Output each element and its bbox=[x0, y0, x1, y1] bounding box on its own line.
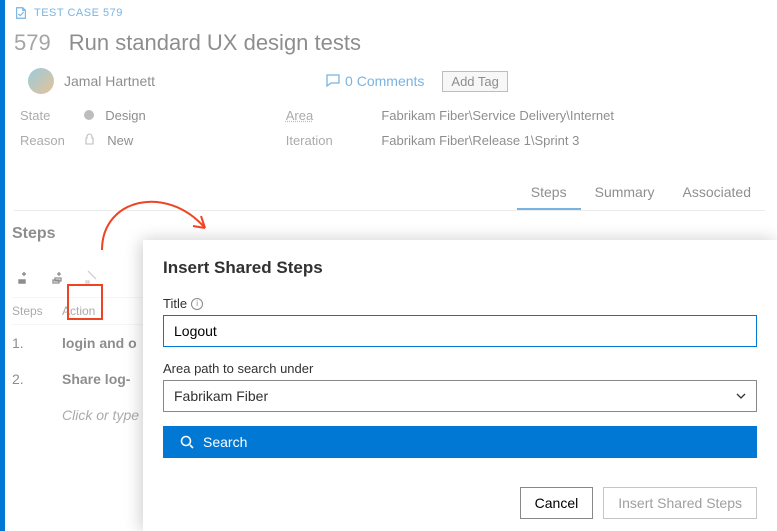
work-item-id: 579 bbox=[14, 30, 51, 56]
assignee-name[interactable]: Jamal Hartnett bbox=[64, 73, 155, 89]
work-item-header: TEST CASE 579 579 Run standard UX design… bbox=[0, 0, 777, 211]
reason-value: New bbox=[107, 133, 133, 148]
info-icon[interactable]: i bbox=[191, 298, 203, 310]
work-item-title[interactable]: Run standard UX design tests bbox=[69, 30, 361, 56]
tabs: Steps Summary Associated bbox=[14, 174, 765, 211]
step-number: 1. bbox=[12, 335, 52, 351]
area-label: Area bbox=[286, 108, 346, 123]
step-placeholder: Click or type bbox=[62, 407, 139, 423]
area-value[interactable]: Fabrikam Fiber\Service Delivery\Internet bbox=[381, 108, 614, 123]
breadcrumb-label: TEST CASE 579 bbox=[34, 7, 123, 19]
comments-label: 0 Comments bbox=[345, 73, 424, 89]
tab-summary[interactable]: Summary bbox=[581, 174, 669, 210]
tab-associated[interactable]: Associated bbox=[669, 174, 765, 210]
avatar[interactable] bbox=[28, 68, 54, 94]
dialog-title: Insert Shared Steps bbox=[163, 258, 757, 296]
iteration-value[interactable]: Fabrikam Fiber\Release 1\Sprint 3 bbox=[381, 133, 579, 148]
steps-col-header-num: Steps bbox=[12, 304, 52, 318]
step-action: login and o bbox=[62, 335, 137, 351]
search-button[interactable]: Search bbox=[163, 426, 757, 458]
accent-bar bbox=[0, 0, 5, 531]
area-path-label: Area path to search under bbox=[163, 361, 757, 380]
title-input[interactable] bbox=[163, 315, 757, 347]
comment-icon bbox=[325, 73, 341, 89]
insert-step-button[interactable] bbox=[12, 265, 36, 289]
iteration-label: Iteration bbox=[286, 133, 346, 148]
comments-link[interactable]: 0 Comments bbox=[325, 73, 424, 89]
search-button-label: Search bbox=[203, 434, 247, 450]
tab-steps[interactable]: Steps bbox=[517, 174, 581, 210]
insert-step-icon bbox=[16, 269, 32, 285]
highlight-box bbox=[67, 284, 103, 320]
step-number bbox=[12, 407, 52, 423]
area-path-select[interactable]: Fabrikam Fiber bbox=[163, 380, 757, 412]
breadcrumb[interactable]: TEST CASE 579 bbox=[14, 4, 765, 26]
tool-icon bbox=[84, 269, 100, 285]
state-label: State bbox=[20, 108, 72, 123]
insert-shared-steps-confirm-button: Insert Shared Steps bbox=[603, 487, 757, 519]
title-field-label: Title i bbox=[163, 296, 757, 315]
add-tag-button[interactable]: Add Tag bbox=[442, 71, 507, 92]
cancel-button[interactable]: Cancel bbox=[520, 487, 594, 519]
lock-icon bbox=[84, 133, 96, 148]
step-action: Share log- bbox=[62, 371, 130, 387]
step-number: 2. bbox=[12, 371, 52, 387]
state-value[interactable]: Design bbox=[105, 108, 145, 123]
test-case-icon bbox=[14, 6, 28, 20]
reason-label: Reason bbox=[20, 133, 72, 148]
state-dot-icon bbox=[84, 110, 94, 120]
insert-shared-steps-icon bbox=[50, 269, 66, 285]
search-icon bbox=[179, 434, 195, 450]
insert-shared-steps-dialog: Insert Shared Steps Title i Area path to… bbox=[143, 240, 777, 531]
